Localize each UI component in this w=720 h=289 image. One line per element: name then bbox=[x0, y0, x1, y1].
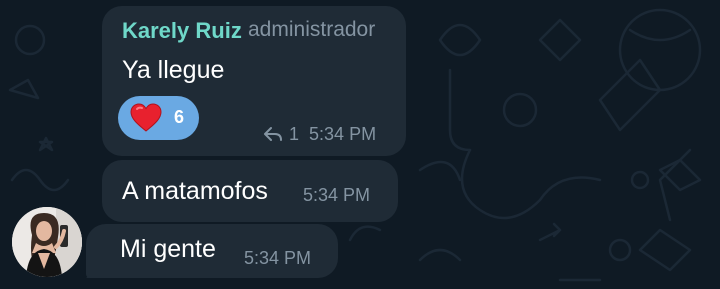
reaction-chip[interactable]: 6 bbox=[118, 96, 199, 140]
message-bubble[interactable]: A matamofos 5:34 PM bbox=[102, 160, 398, 222]
message-time: 5:34 PM bbox=[309, 124, 377, 144]
message-text: Ya llegue bbox=[122, 56, 225, 84]
message-meta: 1 5:34 PM bbox=[263, 124, 376, 145]
message-text: A matamofos bbox=[122, 177, 268, 205]
message-bubble[interactable]: Mi gente 5:34 PM bbox=[86, 224, 338, 278]
message-time: 5:34 PM bbox=[303, 185, 371, 205]
sender-name[interactable]: Karely Ruiz bbox=[122, 18, 242, 44]
avatar[interactable] bbox=[12, 207, 82, 277]
sender-role: administrador bbox=[248, 18, 376, 41]
message-text: Mi gente bbox=[120, 235, 216, 263]
message-time: 5:34 PM bbox=[244, 248, 312, 268]
heart-icon bbox=[130, 103, 162, 132]
reaction-count: 6 bbox=[174, 107, 185, 127]
avatar-image bbox=[12, 207, 82, 277]
message-bubble[interactable]: Karely Ruiz administrador Ya llegue 6 1 … bbox=[102, 6, 406, 156]
reply-icon[interactable] bbox=[263, 126, 283, 142]
reply-count[interactable]: 1 bbox=[289, 124, 299, 144]
chat-window: Karely Ruiz administrador Ya llegue 6 1 … bbox=[0, 0, 720, 289]
